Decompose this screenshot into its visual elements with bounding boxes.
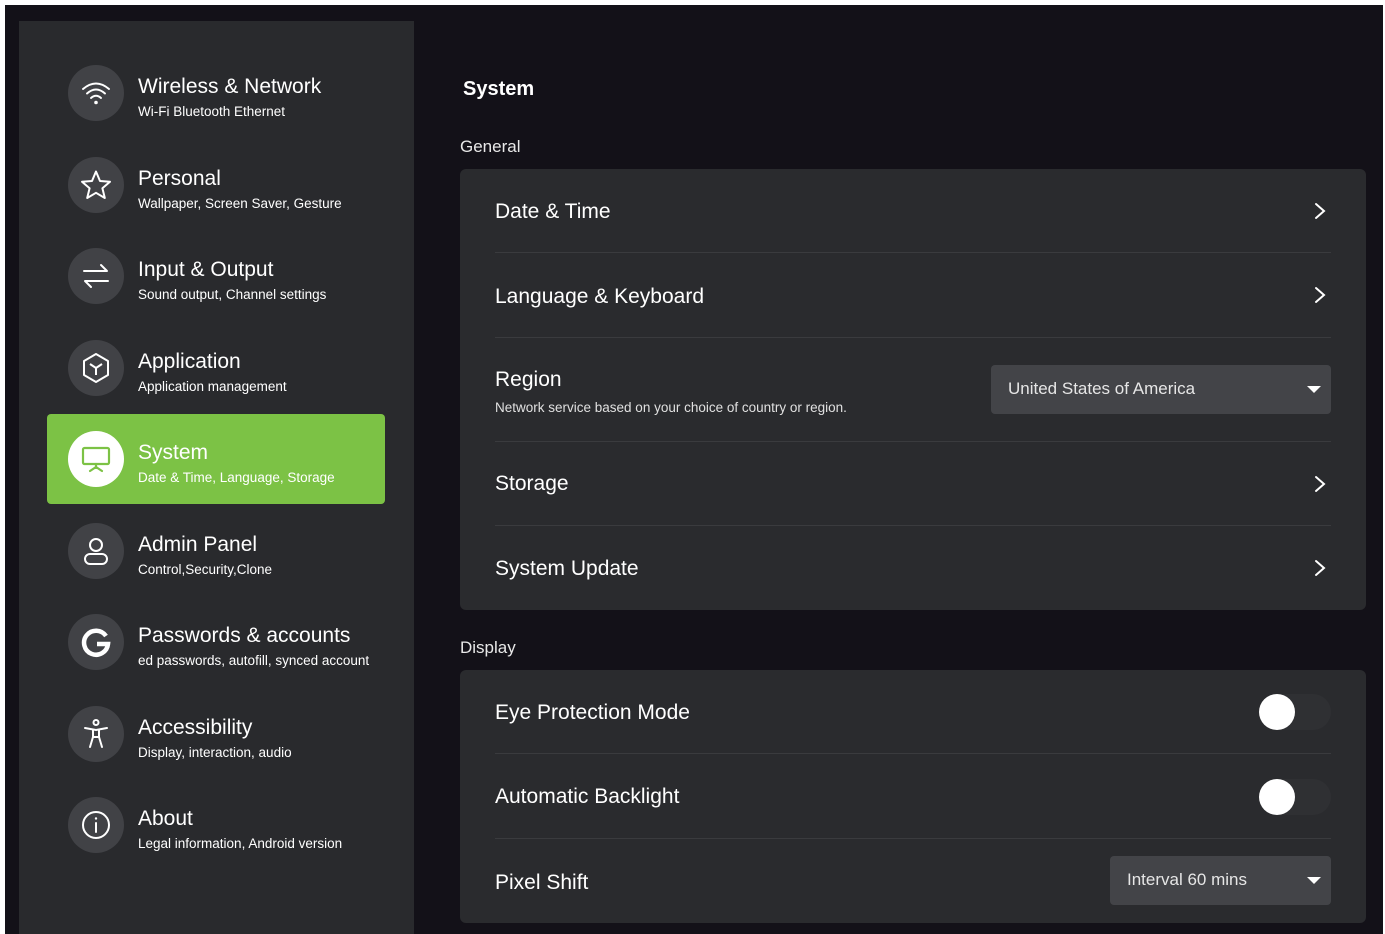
sidebar-item-title: Application bbox=[138, 350, 241, 373]
sidebar-item-wireless-network[interactable]: Wireless & Network Wi-Fi Bluetooth Ether… bbox=[47, 48, 385, 138]
star-icon bbox=[68, 157, 124, 213]
row-title: Language & Keyboard bbox=[495, 285, 705, 308]
caret-down-icon bbox=[1307, 386, 1321, 393]
sidebar-item-title: Input & Output bbox=[138, 258, 274, 281]
dropdown-value: Interval 60 mins bbox=[1127, 870, 1247, 889]
sidebar-item-personal[interactable]: Personal Wallpaper, Screen Saver, Gestur… bbox=[47, 140, 385, 230]
general-card: Date & Time Language & Keyboard Region N… bbox=[460, 169, 1366, 610]
section-label-display: Display bbox=[460, 638, 516, 657]
google-icon bbox=[68, 614, 124, 670]
sidebar: Wireless & Network Wi-Fi Bluetooth Ether… bbox=[19, 21, 414, 934]
sidebar-item-about[interactable]: About Legal information, Android version bbox=[47, 780, 385, 870]
display-card: Eye Protection Mode Automatic Backlight … bbox=[460, 670, 1366, 923]
sidebar-item-title: Personal bbox=[138, 167, 221, 190]
pixel-shift-row: Pixel Shift Interval 60 mins bbox=[495, 839, 1331, 923]
settings-screen: Wireless & Network Wi-Fi Bluetooth Ether… bbox=[5, 5, 1383, 934]
sidebar-item-title: System bbox=[138, 441, 209, 464]
sidebar-item-application[interactable]: Application Application management bbox=[47, 323, 385, 413]
cube-icon bbox=[68, 340, 124, 396]
row-title: Date & Time bbox=[495, 200, 611, 223]
language-keyboard-row[interactable]: Language & Keyboard bbox=[495, 253, 1331, 338]
sidebar-item-subtitle: Application management bbox=[138, 379, 287, 394]
region-row: Region Network service based on your cho… bbox=[495, 338, 1331, 442]
storage-row[interactable]: Storage bbox=[495, 442, 1331, 526]
sidebar-item-subtitle: ed passwords, autofill, synced account bbox=[138, 653, 370, 668]
date-time-row[interactable]: Date & Time bbox=[495, 169, 1331, 253]
row-title: Eye Protection Mode bbox=[495, 701, 690, 724]
sidebar-item-subtitle: Display, interaction, audio bbox=[138, 745, 292, 760]
toggle-knob bbox=[1259, 694, 1295, 730]
row-title: Pixel Shift bbox=[495, 871, 589, 894]
chevron-right-icon bbox=[1315, 476, 1326, 492]
section-label-general: General bbox=[460, 137, 521, 156]
sidebar-item-passwords-accounts[interactable]: Passwords & accounts ed passwords, autof… bbox=[47, 597, 385, 687]
sidebar-item-system[interactable]: System Date & Time, Language, Storage bbox=[47, 414, 385, 504]
info-icon bbox=[68, 797, 124, 853]
toggle-knob bbox=[1259, 779, 1295, 815]
presentation-icon bbox=[68, 431, 124, 487]
automatic-backlight-row: Automatic Backlight bbox=[495, 754, 1331, 839]
chevron-right-icon bbox=[1315, 560, 1326, 576]
sidebar-item-title: Wireless & Network bbox=[138, 75, 322, 98]
sidebar-item-title: Accessibility bbox=[138, 716, 253, 739]
sidebar-item-subtitle: Legal information, Android version bbox=[138, 836, 343, 851]
region-dropdown[interactable]: United States of America bbox=[991, 365, 1331, 414]
pixel-shift-dropdown[interactable]: Interval 60 mins bbox=[1110, 856, 1331, 905]
sidebar-item-subtitle: Wallpaper, Screen Saver, Gesture bbox=[138, 196, 342, 211]
sidebar-item-subtitle: Sound output, Channel settings bbox=[138, 287, 327, 302]
sidebar-item-title: Admin Panel bbox=[138, 533, 258, 556]
row-title: Region bbox=[495, 368, 562, 391]
sidebar-item-input-output[interactable]: Input & Output Sound output, Channel set… bbox=[47, 231, 385, 321]
wifi-icon bbox=[68, 65, 124, 121]
row-title: Storage bbox=[495, 472, 569, 495]
eye-protection-toggle[interactable] bbox=[1259, 694, 1331, 730]
sidebar-item-subtitle: Control,Security,Clone bbox=[138, 562, 273, 577]
chevron-right-icon bbox=[1315, 203, 1326, 219]
accessibility-icon bbox=[68, 706, 124, 762]
sidebar-item-subtitle: Wi-Fi Bluetooth Ethernet bbox=[138, 104, 286, 119]
caret-down-icon bbox=[1307, 877, 1321, 884]
sidebar-item-title: About bbox=[138, 807, 193, 830]
chevron-right-icon bbox=[1315, 287, 1326, 303]
user-icon bbox=[68, 523, 124, 579]
system-update-row[interactable]: System Update bbox=[495, 526, 1331, 610]
sidebar-item-title: Passwords & accounts bbox=[138, 624, 351, 647]
sidebar-item-accessibility[interactable]: Accessibility Display, interaction, audi… bbox=[47, 689, 385, 779]
row-title: System Update bbox=[495, 557, 639, 580]
automatic-backlight-toggle[interactable] bbox=[1259, 779, 1331, 815]
row-title: Automatic Backlight bbox=[495, 785, 680, 808]
sidebar-item-admin-panel[interactable]: Admin Panel Control,Security,Clone bbox=[47, 506, 385, 596]
sidebar-item-subtitle: Date & Time, Language, Storage bbox=[138, 470, 335, 485]
eye-protection-row: Eye Protection Mode bbox=[495, 670, 1331, 754]
swap-icon bbox=[68, 248, 124, 304]
dropdown-value: United States of America bbox=[1008, 379, 1196, 398]
row-subtitle: Network service based on your choice of … bbox=[495, 400, 847, 415]
page-title: System bbox=[463, 78, 535, 100]
